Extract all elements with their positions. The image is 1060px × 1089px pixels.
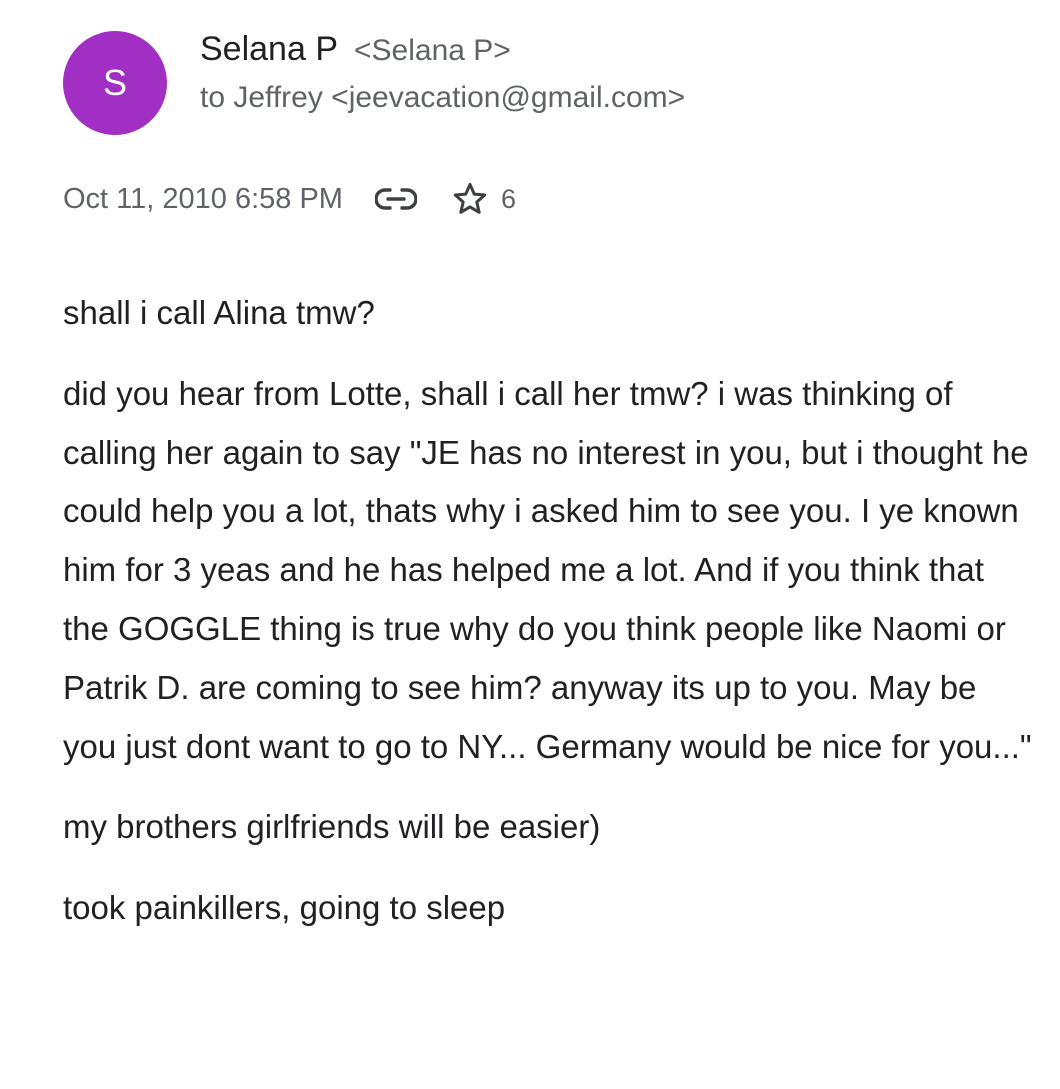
- message-date: Oct 11, 2010 6:58 PM: [63, 182, 343, 215]
- sender-email[interactable]: <Selana P>: [354, 34, 511, 68]
- star-count: 6: [500, 183, 516, 214]
- avatar-initial: S: [102, 62, 127, 103]
- message-paragraph: shall i call Alina tmw?: [63, 294, 375, 331]
- sender-avatar[interactable]: S: [63, 31, 167, 135]
- message-paragraph: did you hear from Lotte, shall i call he…: [63, 374, 1032, 765]
- message-meta-row: Oct 11, 2010 6:58 PM 6: [63, 176, 516, 222]
- message-body: shall i call Alina tmw? did you hear fro…: [63, 284, 1033, 960]
- message-paragraph: my brothers girlfriends will be easier): [63, 808, 601, 846]
- sender-name[interactable]: Selana P: [200, 30, 338, 69]
- message-header: Selana P <Selana P> to Jeffrey <jeevacat…: [200, 30, 1020, 115]
- link-icon[interactable]: [374, 185, 417, 213]
- message-paragraph: took painkillers, going to sleep: [63, 889, 506, 927]
- sender-line: Selana P <Selana P>: [200, 30, 1020, 69]
- star-outline-icon[interactable]: [451, 180, 489, 218]
- recipient-line[interactable]: to Jeffrey <jeevacation@gmail.com>: [200, 81, 1020, 115]
